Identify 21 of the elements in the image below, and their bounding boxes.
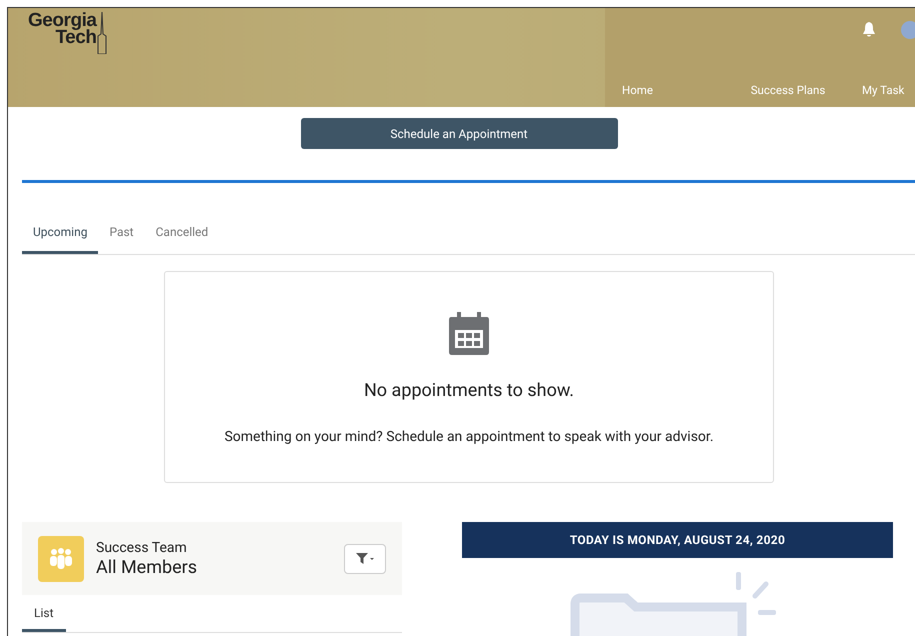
nav-link[interactable]: Success Plans <box>718 82 858 100</box>
tab[interactable]: Cancelled <box>144 223 220 254</box>
empty-title: No appointments to show. <box>364 379 574 403</box>
tab[interactable]: List <box>22 604 66 632</box>
tower-icon <box>97 12 108 54</box>
team-title: Success Team <box>96 538 188 556</box>
tab[interactable]: Past <box>98 223 145 254</box>
calendar-icon <box>449 312 489 355</box>
empty-message: Something on your mind? Schedule an appointment to speak with your advisor. <box>224 428 714 447</box>
tab[interactable]: Upcoming <box>22 223 98 254</box>
team-subtitle: All Members <box>96 556 198 578</box>
team-icon <box>38 536 84 582</box>
filter-button[interactable] <box>344 544 386 574</box>
schedule-button[interactable]: Schedule an Appointment <box>300 118 618 149</box>
logo-text: Tech <box>55 29 96 46</box>
logo-text: Georgia <box>28 12 96 29</box>
filter-icon <box>356 552 374 564</box>
nav-link[interactable]: My Task <box>858 82 904 100</box>
date-banner: TODAY IS MONDAY, AUGUST 24, 2020 <box>462 522 893 558</box>
bell-icon[interactable] <box>862 22 876 38</box>
nav-link[interactable]: Home <box>622 82 718 100</box>
